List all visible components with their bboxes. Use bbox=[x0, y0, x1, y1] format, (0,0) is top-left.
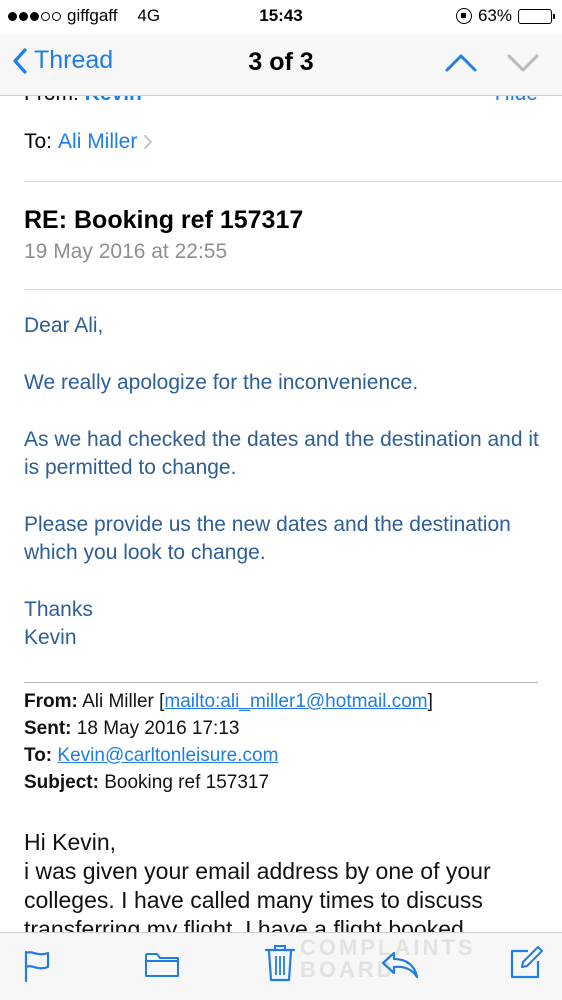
sender-name[interactable]: Kevin bbox=[85, 96, 142, 105]
quoted-subject-label: Subject: bbox=[24, 772, 99, 793]
battery-icon bbox=[518, 8, 555, 24]
folder-icon[interactable] bbox=[144, 949, 180, 979]
quoted-from-mailto-link[interactable]: mailto:ali_miller1@hotmail.com bbox=[164, 691, 427, 712]
chevron-right-icon bbox=[144, 135, 153, 149]
orientation-lock-icon bbox=[455, 8, 472, 24]
quoted-from-line: From: Ali Miller [mailto:ali_miller1@hot… bbox=[24, 691, 433, 712]
quoted-to-email-link[interactable]: Kevin@carltonleisure.com bbox=[57, 745, 278, 766]
body-paragraph: Please provide us the new dates and the … bbox=[24, 513, 511, 564]
body-paragraph: As we had checked the dates and the dest… bbox=[24, 428, 539, 479]
quoted-text: i was given your email address by one of… bbox=[24, 858, 491, 932]
status-right: 63% bbox=[455, 6, 555, 26]
body-paragraph: Dear Ali, bbox=[24, 314, 104, 337]
quoted-greeting: Hi Kevin, bbox=[24, 829, 117, 855]
quoted-to-line: To: Kevin@carltonleisure.com bbox=[24, 742, 542, 769]
sign-off: Thanks bbox=[24, 598, 93, 621]
quoted-from-name: Ali Miller bbox=[82, 691, 154, 712]
email-date: 19 May 2016 at 22:55 bbox=[24, 240, 228, 263]
next-message-chevron-down-icon[interactable] bbox=[506, 50, 540, 76]
quoted-sent-value: 18 May 2016 17:13 bbox=[76, 718, 240, 739]
divider bbox=[24, 289, 562, 290]
divider bbox=[24, 181, 562, 182]
to-label: To: bbox=[24, 130, 53, 153]
compose-icon[interactable] bbox=[508, 945, 544, 981]
quoted-divider bbox=[24, 682, 538, 683]
to-row: To: Ali Miller bbox=[24, 130, 153, 154]
navigation-bar: Thread 3 of 3 bbox=[0, 34, 562, 96]
trash-icon[interactable] bbox=[264, 943, 296, 983]
quoted-to-label: To: bbox=[24, 745, 53, 766]
bottom-toolbar: COMPLAINTS BOARD bbox=[0, 932, 562, 1000]
from-label: From: bbox=[24, 96, 79, 105]
quoted-subject-line: Subject: Booking ref 157317 bbox=[24, 769, 542, 796]
quoted-from-label: From: bbox=[24, 691, 78, 712]
quoted-header: From: Ali Miller [mailto:ali_miller1@hot… bbox=[24, 688, 542, 796]
email-subject: RE: Booking ref 157317 bbox=[24, 206, 304, 234]
previous-message-chevron-up-icon[interactable] bbox=[444, 50, 478, 76]
quoted-sent-label: Sent: bbox=[24, 718, 72, 739]
quoted-body: Hi Kevin, i was given your email address… bbox=[24, 828, 546, 932]
body-paragraph: We really apologize for the inconvenienc… bbox=[24, 371, 419, 394]
battery-percent: 63% bbox=[477, 6, 512, 25]
flag-icon[interactable] bbox=[22, 949, 52, 983]
message-content[interactable]: From: Kevin Hide To: Ali Miller RE: Book… bbox=[0, 96, 562, 932]
from-row: From: Kevin Hide bbox=[24, 96, 538, 110]
hide-details-link[interactable]: Hide bbox=[495, 96, 538, 106]
reply-icon[interactable] bbox=[380, 949, 420, 981]
recipient-name[interactable]: Ali Miller bbox=[58, 130, 137, 154]
signature-name: Kevin bbox=[24, 626, 77, 649]
quoted-sent-line: Sent: 18 May 2016 17:13 bbox=[24, 715, 542, 742]
quoted-subject-value: Booking ref 157317 bbox=[104, 772, 270, 793]
status-bar: giffgaff 4G 15:43 63% bbox=[0, 0, 562, 34]
